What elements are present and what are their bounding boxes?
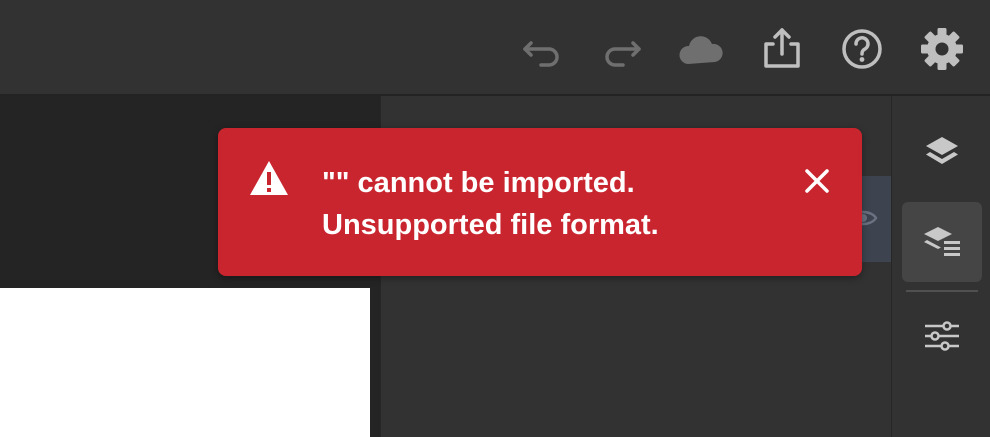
layer-properties-button[interactable] bbox=[902, 202, 982, 282]
layers-icon bbox=[926, 137, 958, 164]
share-icon[interactable] bbox=[757, 24, 807, 74]
undo-icon[interactable] bbox=[517, 24, 567, 74]
top-toolbar bbox=[0, 0, 990, 96]
toast-message-line1: "" cannot be imported. bbox=[322, 167, 635, 199]
adjustments-icon bbox=[925, 321, 959, 351]
layers-button[interactable] bbox=[902, 112, 982, 192]
document-canvas[interactable] bbox=[0, 288, 370, 437]
toast-message: "" cannot be imported. Unsupported file … bbox=[322, 162, 782, 246]
layer-properties-icon bbox=[924, 227, 960, 256]
help-icon[interactable] bbox=[837, 24, 887, 74]
error-toast: "" cannot be imported. Unsupported file … bbox=[218, 128, 862, 276]
right-rail bbox=[892, 96, 990, 437]
toast-message-line2: Unsupported file format. bbox=[322, 209, 659, 241]
rail-divider bbox=[906, 290, 978, 292]
redo-icon[interactable] bbox=[597, 24, 647, 74]
close-icon[interactable] bbox=[802, 166, 832, 196]
cloud-icon[interactable] bbox=[676, 24, 726, 74]
adjustments-button[interactable] bbox=[902, 296, 982, 376]
alert-triangle-icon bbox=[248, 158, 290, 200]
settings-icon[interactable] bbox=[917, 24, 967, 74]
